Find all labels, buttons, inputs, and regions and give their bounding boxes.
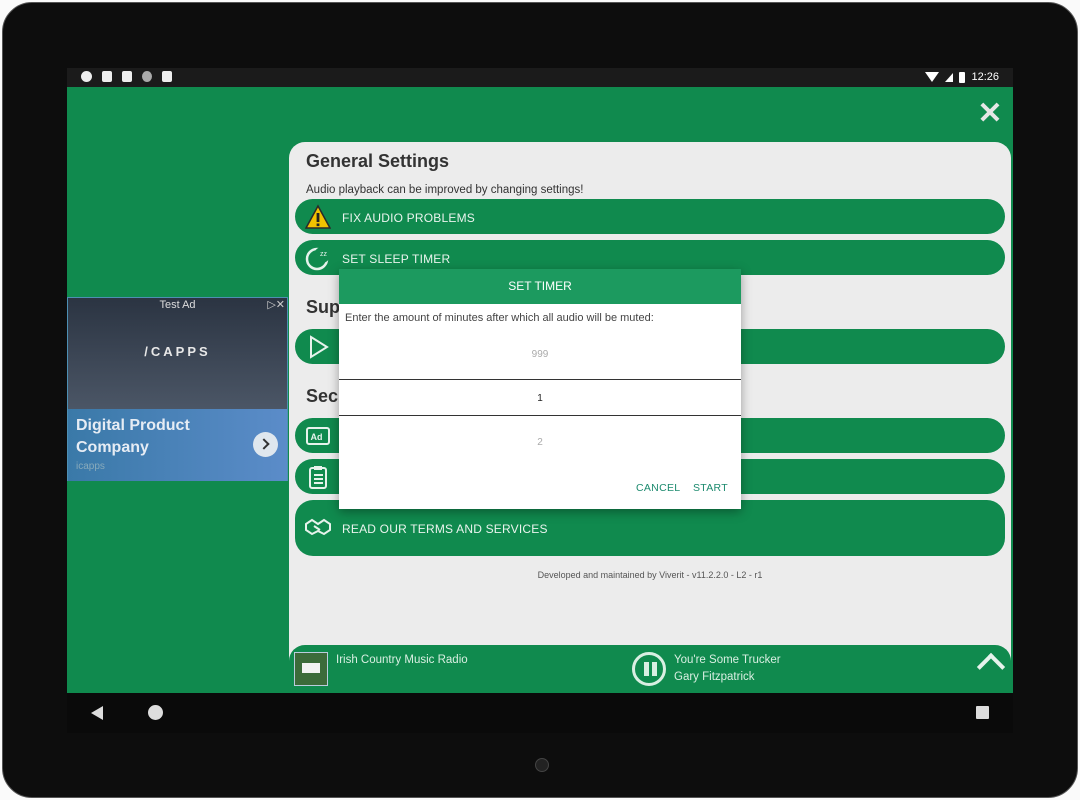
recent-apps-icon[interactable] <box>976 706 989 719</box>
sd-card-icon <box>162 71 172 82</box>
moon-sleep-icon: zz <box>305 247 330 271</box>
fix-audio-button[interactable]: FIX AUDIO PROBLEMS <box>295 199 1005 234</box>
picker-divider-bottom <box>339 415 741 416</box>
dialog-message: Enter the amount of minutes after which … <box>345 312 654 324</box>
svg-text:Ad: Ad <box>311 432 323 442</box>
ad-title: Digital Product Company <box>76 417 190 456</box>
chevron-up-icon[interactable] <box>976 652 1006 682</box>
set-timer-dialog: SET TIMER Enter the amount of minutes af… <box>339 269 741 509</box>
a-icon <box>102 71 112 82</box>
security-title: Sec <box>306 386 339 406</box>
picker-divider-top <box>339 379 741 380</box>
signal-bars-icon <box>122 71 132 82</box>
warning-icon <box>305 204 331 229</box>
song-title: You're Some Trucker <box>674 654 781 666</box>
battery-icon <box>959 71 966 83</box>
general-settings-title: General Settings <box>306 151 450 171</box>
ad-subtitle: icapps <box>76 461 105 472</box>
station-name: Irish Country Music Radio <box>336 654 468 666</box>
close-icon[interactable]: ✕ <box>977 99 1003 129</box>
station-artwork <box>294 652 328 686</box>
fix-audio-label: FIX AUDIO PROBLEMS <box>342 211 475 225</box>
status-bar: 12:26 <box>67 68 1013 87</box>
cancel-button[interactable]: CANCEL <box>636 482 680 494</box>
back-icon[interactable] <box>91 706 103 720</box>
picker-next-value[interactable]: 2 <box>339 437 741 448</box>
ad-content: Digital Product Company icapps <box>68 409 287 481</box>
navigation-bar <box>67 693 1013 733</box>
status-icons-right: 12:26 <box>925 71 999 83</box>
terms-label: READ OUR TERMS AND SERVICES <box>342 522 548 536</box>
start-button[interactable]: START <box>693 482 728 494</box>
app-screen: 12:26 ✕ General Settings Audio playback … <box>67 68 1013 693</box>
chevron-right-icon[interactable] <box>253 432 278 457</box>
picker-current-value[interactable]: 1 <box>339 393 741 404</box>
front-camera <box>535 758 549 772</box>
status-time: 12:26 <box>971 71 999 83</box>
developer-credit: Developed and maintained by Viverit - v1… <box>537 570 763 580</box>
ad-banner[interactable]: Test Ad ▷✕ /CAPPS Digital Product Compan… <box>67 297 288 481</box>
pause-icon[interactable] <box>632 652 666 686</box>
ad-close-icon[interactable]: ▷✕ <box>267 298 285 311</box>
status-icons-left <box>81 71 172 82</box>
dot-icon <box>142 71 152 82</box>
mini-player[interactable]: Irish Country Music Radio You're Some Tr… <box>289 645 1011 693</box>
svg-text:zz: zz <box>320 251 328 258</box>
app-icon <box>81 71 92 82</box>
ad-image: Test Ad ▷✕ /CAPPS <box>68 298 287 409</box>
dialog-title: SET TIMER <box>339 269 741 304</box>
play-store-icon <box>310 335 329 359</box>
sleep-timer-label: SET SLEEP TIMER <box>342 252 451 266</box>
general-settings-description: Audio playback can be improved by changi… <box>306 184 584 196</box>
wifi-icon <box>925 72 940 82</box>
ad-icon: Ad <box>306 427 330 445</box>
clipboard-icon <box>309 466 327 489</box>
picker-prev-value[interactable]: 999 <box>339 349 741 360</box>
cell-signal-icon <box>945 72 954 82</box>
support-title: Sup <box>306 297 340 317</box>
home-icon[interactable] <box>148 705 163 720</box>
handshake-icon <box>305 518 331 536</box>
ad-test-label: Test Ad <box>159 299 196 311</box>
song-artist: Gary Fitzpatrick <box>674 671 755 683</box>
ad-brand-logo: /CAPPS <box>144 344 211 359</box>
